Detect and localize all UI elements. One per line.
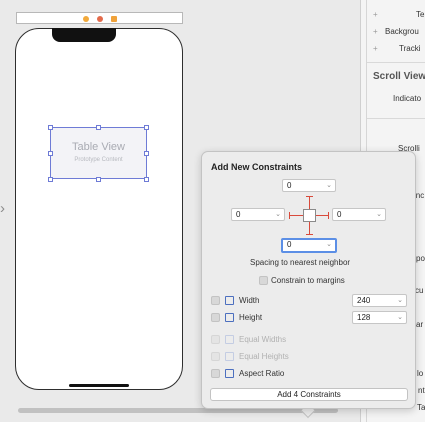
add-icon[interactable]: + — [373, 10, 378, 19]
equal-widths-label: Equal Widths — [239, 335, 287, 344]
first-responder-icon[interactable] — [97, 16, 103, 22]
inspector-row: cu — [415, 286, 424, 295]
chevron-down-icon[interactable]: ⌄ — [275, 209, 281, 220]
spacing-caption: Spacing to nearest neighbor — [250, 258, 351, 267]
right-constraint-cap — [328, 212, 329, 219]
resize-handle-bottom[interactable] — [96, 177, 101, 182]
chevron-down-icon[interactable]: ⌄ — [326, 240, 332, 249]
top-spacing-value: 0 — [287, 181, 292, 190]
resize-handle-bottom-right[interactable] — [144, 177, 149, 182]
aspect-ratio-icon — [225, 369, 234, 378]
resize-handle-top-right[interactable] — [144, 125, 149, 130]
top-spacing-field[interactable]: 0 ⌄ — [282, 179, 336, 192]
constraint-center-view — [303, 209, 316, 222]
top-constraint-cap — [306, 196, 313, 197]
height-field[interactable]: 128 ⌄ — [352, 311, 407, 324]
inspector-row: nt — [418, 386, 425, 395]
width-field[interactable]: 240 ⌄ — [352, 294, 407, 307]
constrain-to-margins-label: Constrain to margins — [271, 276, 345, 285]
right-spacing-value: 0 — [337, 210, 342, 219]
exit-icon[interactable] — [111, 16, 117, 22]
add-new-constraints-popover: Add New Constraints 0 ⌄ 0 ⌄ 0 ⌄ 0 ⌄ Spac… — [201, 151, 416, 409]
table-view-title: Table View — [72, 141, 125, 153]
chevron-down-icon[interactable]: ⌄ — [326, 180, 332, 191]
inspector-row: Tracki — [399, 44, 421, 53]
left-spacing-value: 0 — [236, 210, 241, 219]
device-notch — [52, 28, 116, 42]
inspector-separator — [367, 62, 425, 63]
width-label: Width — [239, 296, 260, 305]
inspector-row: po — [416, 254, 425, 263]
equal-widths-checkbox[interactable] — [211, 335, 220, 344]
popover-title: Add New Constraints — [211, 162, 303, 172]
top-constraint-strut[interactable] — [309, 196, 310, 209]
width-icon — [225, 296, 234, 305]
height-icon — [225, 313, 234, 322]
inspector-row: Backgrou — [385, 27, 419, 36]
height-label: Height — [239, 313, 263, 322]
aspect-ratio-label: Aspect Ratio — [239, 369, 285, 378]
resize-handle-top[interactable] — [96, 125, 101, 130]
inspector-separator — [367, 118, 425, 119]
aspect-ratio-checkbox[interactable] — [211, 369, 220, 378]
chevron-down-icon[interactable]: ⌄ — [376, 209, 382, 220]
table-view-subtitle: Prototype Content — [74, 157, 123, 163]
height-value: 128 — [357, 313, 371, 322]
inspector-row: lo — [417, 369, 424, 378]
equal-heights-checkbox[interactable] — [211, 352, 220, 361]
width-value: 240 — [357, 296, 371, 305]
inspector-row: ar — [416, 320, 424, 329]
equal-heights-icon — [225, 352, 234, 361]
scene-dock[interactable] — [16, 12, 183, 24]
chevron-down-icon[interactable]: ⌄ — [397, 312, 403, 323]
chevron-down-icon[interactable]: ⌄ — [397, 295, 403, 306]
bottom-spacing-value: 0 — [287, 240, 292, 249]
height-checkbox[interactable] — [211, 313, 220, 322]
resize-handle-top-left[interactable] — [48, 125, 53, 130]
left-constraint-cap — [289, 212, 290, 219]
left-spacing-field[interactable]: 0 ⌄ — [231, 208, 285, 221]
left-constraint-strut[interactable] — [289, 215, 303, 216]
equal-widths-icon — [225, 335, 234, 344]
right-spacing-field[interactable]: 0 ⌄ — [332, 208, 386, 221]
equal-heights-label: Equal Heights — [239, 352, 289, 361]
constrain-to-margins-checkbox[interactable] — [259, 276, 268, 285]
bottom-constraint-cap — [306, 234, 313, 235]
inspector-row: Ta — [417, 403, 425, 412]
entry-point-arrow-icon[interactable]: › — [0, 201, 5, 217]
bottom-spacing-field[interactable]: 0 ⌄ — [281, 238, 337, 253]
add-icon[interactable]: + — [373, 27, 378, 36]
table-view[interactable]: Table View Prototype Content — [50, 127, 147, 179]
inspector-row: Te — [416, 10, 425, 19]
inspector-row: Indicato — [393, 94, 422, 103]
view-controller-icon[interactable] — [83, 16, 89, 22]
width-checkbox[interactable] — [211, 296, 220, 305]
add-icon[interactable]: + — [373, 44, 378, 53]
resize-handle-left[interactable] — [48, 151, 53, 156]
resize-handle-right[interactable] — [144, 151, 149, 156]
iphone-scene-frame[interactable] — [15, 28, 183, 390]
xcode-storyboard-editor: › Table View Prototype Content Te + Back… — [0, 0, 425, 422]
add-constraints-button[interactable]: Add 4 Constraints — [210, 388, 408, 401]
home-indicator — [69, 384, 129, 387]
resize-handle-bottom-left[interactable] — [48, 177, 53, 182]
scroll-view-section-title: Scroll View — [373, 71, 425, 82]
